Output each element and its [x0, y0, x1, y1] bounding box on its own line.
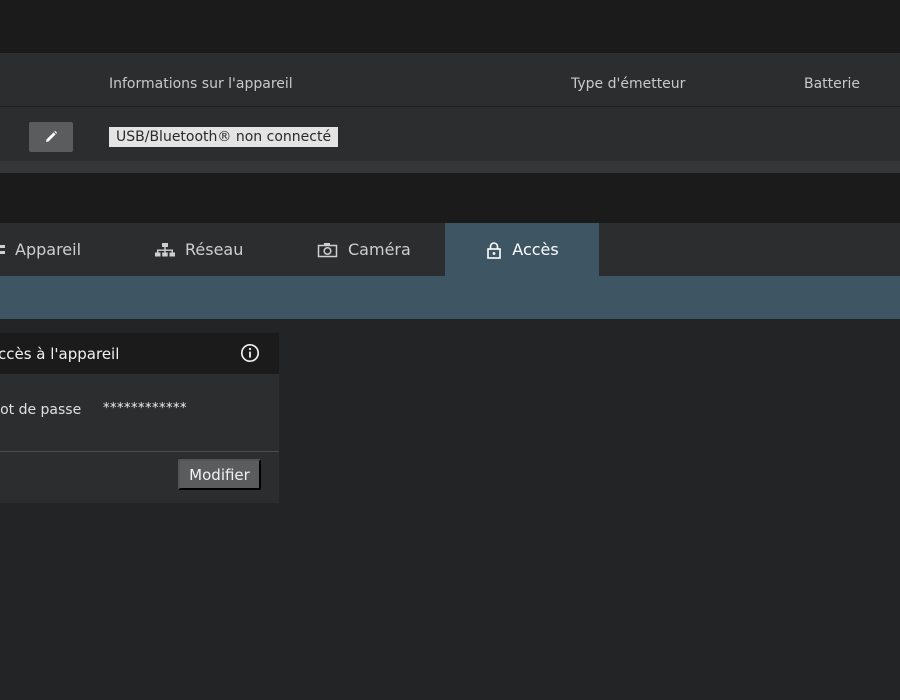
password-value: ************	[103, 401, 187, 416]
connection-status-badge: USB/Bluetooth® non connecté	[109, 127, 339, 147]
camera-icon	[317, 242, 338, 257]
tab-label: Réseau	[185, 240, 244, 259]
card-divider	[0, 451, 279, 452]
tab-bar: Appareil Réseau Caméra Accès	[0, 223, 900, 276]
lock-icon	[487, 241, 502, 259]
edit-device-button[interactable]	[29, 122, 73, 152]
table-row: USB/Bluetooth® non connecté	[0, 108, 900, 161]
tab-label: Caméra	[348, 240, 411, 259]
network-icon	[155, 242, 175, 256]
modify-password-button[interactable]: Modifier	[178, 459, 261, 490]
tab-acces[interactable]: Accès	[445, 223, 599, 276]
tab-reseau[interactable]: Réseau	[154, 223, 243, 276]
tab-subbar	[0, 276, 900, 319]
tab-camera[interactable]: Caméra	[317, 223, 411, 276]
table-footer-strip	[0, 161, 900, 173]
tab-label: Appareil	[15, 240, 82, 259]
tab-appareil[interactable]: Appareil	[0, 223, 81, 276]
tab-label: Accès	[512, 240, 559, 259]
column-header-device-info[interactable]: Informations sur l'appareil	[109, 76, 293, 92]
card-title: Accès à l'appareil	[0, 345, 120, 363]
section-band	[0, 173, 900, 223]
device-table-header: Informations sur l'appareil Type d'émett…	[0, 53, 900, 107]
top-bar	[0, 0, 900, 53]
device-icon	[0, 244, 5, 254]
card-header: Accès à l'appareil	[0, 333, 279, 374]
column-header-battery[interactable]: Batterie	[804, 76, 860, 92]
password-label: Mot de passe	[0, 402, 82, 418]
device-table: Informations sur l'appareil Type d'émett…	[0, 53, 900, 161]
device-access-card: Accès à l'appareil Mot de passe ********…	[0, 333, 279, 503]
column-header-transmitter-type[interactable]: Type d'émetteur	[571, 76, 685, 92]
info-icon[interactable]	[240, 343, 260, 363]
pencil-icon	[46, 130, 58, 142]
